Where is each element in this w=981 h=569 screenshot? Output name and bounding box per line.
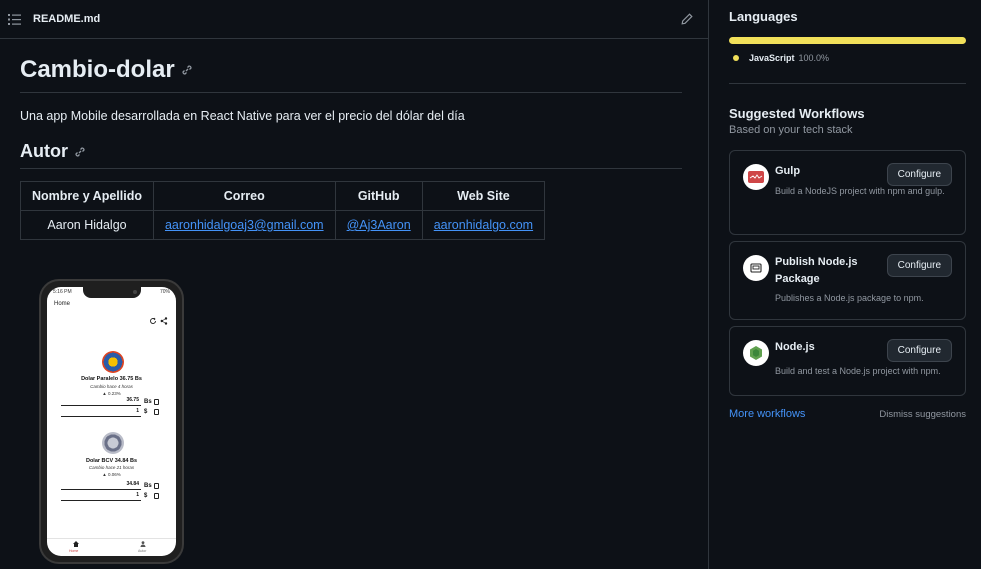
sidebar: Languages JavaScript 100.0% Suggested Wo… [710,0,981,569]
copy-icon [154,493,159,499]
home-icon [73,541,79,547]
table-row: Aaron Hidalgo aaronhidalgoaj3@gmail.com … [20,210,546,240]
rate-subtitle: Cambio hace 4 horas [90,384,133,389]
bcv-seal-icon [102,432,124,454]
website-link[interactable]: aaronhidalgo.com [434,218,533,232]
languages-title: Languages [729,9,798,24]
workflows-footer: More workflows Dismiss suggestions [729,408,966,420]
phone-actions [149,317,168,325]
phone-mockup-image: 5:16 PM 70% Home Dolar Paralelo 36.75 Bs… [39,279,184,564]
language-item[interactable]: JavaScript 100.0% [729,53,966,63]
language-bar [729,37,966,44]
gulp-icon [743,164,769,190]
share-icon [160,317,168,325]
copy-icon [154,399,159,405]
readme-description: Una app Mobile desarrollada en React Nat… [20,109,465,123]
usd-input: 1 [61,492,141,501]
phone-tab-bar: Home Autor [47,538,176,556]
table-header-cell: Nombre y Apellido [20,181,154,211]
unit-label: Bs [144,399,152,405]
phone-app-header: Home [54,301,71,307]
workflow-card-publish-nodejs: Publish Node.js Package Publishes a Node… [729,241,966,320]
anchor-link-icon[interactable] [74,146,86,158]
unit-label: $ [144,493,148,499]
tab-home-label: Home [69,549,79,553]
rate-subtitle: Cambio hace 21 horas [88,465,135,470]
tab-user-label: Autor [138,549,147,553]
author-name-cell: Aaron Hidalgo [20,210,154,240]
unit-label: $ [144,409,148,415]
configure-button[interactable]: Configure [886,339,952,362]
rate-title: Dolar Paralelo 36.75 Bs [81,376,142,382]
phone-screen: 5:16 PM 70% Home Dolar Paralelo 36.75 Bs… [47,287,176,556]
readme-filename: README.md [33,13,101,25]
workflow-card-nodejs: Node.js Build and test a Node.js project… [729,326,966,396]
github-link[interactable]: @Aj3Aaron [347,218,411,232]
table-header-cell: Web Site [421,181,546,211]
table-header-row: Nombre y Apellido Correo GitHub Web Site [20,181,546,211]
workflows-subtitle: Based on your tech stack [729,124,853,136]
rate-percent: ▲ 0.23% [102,391,121,396]
list-icon[interactable] [8,13,22,25]
venezuela-flag-icon [102,351,124,373]
workflow-name: Publish Node.js Package [775,256,858,285]
usd-input: 1 [61,408,141,417]
package-icon [743,255,769,281]
readme-panel: README.md Cambio-dolar Una app Mobile de… [0,0,709,569]
language-color-dot [733,55,739,61]
unit-label: Bs [144,483,152,489]
dismiss-suggestions-button[interactable]: Dismiss suggestions [879,409,966,420]
readme-header: README.md [0,0,708,39]
bs-input: 34.84 [61,481,141,490]
phone-notch [83,287,141,298]
divider [729,83,966,84]
bs-input: 36.75 [61,397,141,406]
more-workflows-link[interactable]: More workflows [729,408,805,420]
copy-icon [154,483,159,489]
section-heading-text: Autor [20,141,68,161]
workflow-desc: Build and test a Node.js project with np… [775,366,941,376]
phone-status-time: 5:16 PM [53,289,72,295]
language-percent: 100.0% [798,53,830,63]
email-cell: aaronhidalgoaj3@gmail.com [152,210,336,240]
camera-dot [133,290,137,294]
anchor-link-icon[interactable] [181,64,193,76]
readme-body: Cambio-dolar Una app Mobile desarrollada… [0,56,708,240]
workflow-name: Node.js [775,341,815,353]
refresh-icon [150,317,156,324]
section-heading-autor: Autor [20,141,682,169]
table-header-cell: GitHub [334,181,423,211]
email-link[interactable]: aaronhidalgoaj3@gmail.com [165,218,324,232]
pencil-icon[interactable] [680,12,694,26]
workflow-desc: Build a NodeJS project with npm and gulp… [775,186,945,196]
configure-button[interactable]: Configure [886,254,952,277]
workflow-desc: Publishes a Node.js package to npm. [775,293,924,303]
workflows-title: Suggested Workflows [729,106,865,121]
workflow-card-gulp: Gulp Build a NodeJS project with npm and… [729,150,966,235]
configure-button[interactable]: Configure [886,163,952,186]
nodejs-icon [743,340,769,366]
table-header-cell: Correo [152,181,336,211]
author-table: Nombre y Apellido Correo GitHub Web Site… [20,181,546,240]
rate-title: Dolar BCV 34.84 Bs [85,458,138,464]
phone-status-battery: 70% [159,289,170,295]
website-cell: aaronhidalgo.com [421,210,546,240]
github-cell: @Aj3Aaron [334,210,423,240]
rate-percent: ▲ 0.06% [102,472,121,477]
user-icon [140,541,146,547]
copy-icon [154,409,159,415]
workflow-name: Gulp [775,165,801,177]
page-title-text: Cambio-dolar [20,56,175,83]
page-title: Cambio-dolar [20,56,682,93]
language-name: JavaScript [749,53,795,63]
